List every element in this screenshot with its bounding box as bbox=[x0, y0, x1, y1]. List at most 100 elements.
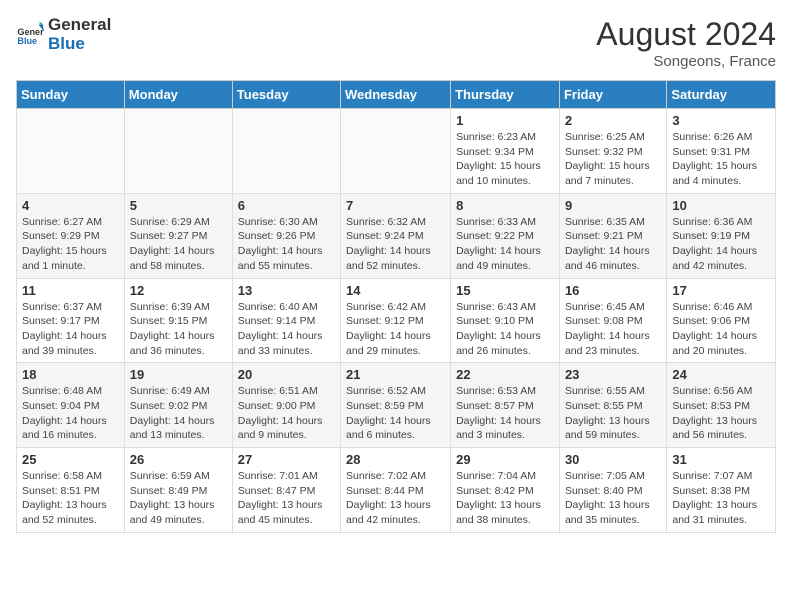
header-day-monday: Monday bbox=[124, 81, 232, 109]
calendar-cell: 27 Sunrise: 7:01 AM Sunset: 8:47 PM Dayli… bbox=[232, 448, 340, 533]
day-number: 18 bbox=[22, 367, 119, 382]
calendar-cell: 28Sunrise: 7:02 AM Sunset: 8:44 PM Dayli… bbox=[341, 448, 451, 533]
calendar-cell: 29 Sunrise: 7:04 AM Sunset: 8:42 PM Dayli… bbox=[451, 448, 560, 533]
calendar-cell: 4 Sunrise: 6:27 AM Sunset: 9:29 PM Daylig… bbox=[17, 193, 125, 278]
week-row-1: 1 Sunrise: 6:23 AM Sunset: 9:34 PM Daylig… bbox=[17, 109, 776, 194]
location: Songeons, France bbox=[596, 53, 776, 70]
day-number: 19 bbox=[130, 367, 227, 382]
header-day-friday: Friday bbox=[559, 81, 666, 109]
calendar-cell: 24 Sunrise: 6:56 AM Sunset: 8:53 PM Dayli… bbox=[667, 363, 776, 448]
day-number: 7 bbox=[346, 198, 445, 213]
calendar-table: SundayMondayTuesdayWednesdayThursdayFrid… bbox=[16, 80, 776, 533]
month-year: August 2024 bbox=[596, 16, 776, 53]
day-info: Sunrise: 6:29 AM Sunset: 9:27 PM Dayligh… bbox=[130, 215, 227, 274]
day-number: 21 bbox=[346, 367, 445, 382]
calendar-cell: 14Sunrise: 6:42 AM Sunset: 9:12 PM Dayli… bbox=[341, 278, 451, 363]
calendar-cell: 23 Sunrise: 6:55 AM Sunset: 8:55 PM Dayli… bbox=[559, 363, 666, 448]
day-info: Sunrise: 6:25 AM Sunset: 9:32 PM Dayligh… bbox=[565, 130, 661, 189]
day-number: 6 bbox=[238, 198, 335, 213]
day-number: 11 bbox=[22, 283, 119, 298]
calendar-cell: 3 Sunrise: 6:26 AM Sunset: 9:31 PM Daylig… bbox=[667, 109, 776, 194]
header-day-tuesday: Tuesday bbox=[232, 81, 340, 109]
svg-text:Blue: Blue bbox=[17, 36, 37, 46]
day-info: Sunrise: 6:45 AM Sunset: 9:08 PM Dayligh… bbox=[565, 300, 661, 359]
calendar-cell: 16 Sunrise: 6:45 AM Sunset: 9:08 PM Dayli… bbox=[559, 278, 666, 363]
day-info: Sunrise: 6:30 AM Sunset: 9:26 PM Dayligh… bbox=[238, 215, 335, 274]
day-number: 20 bbox=[238, 367, 335, 382]
day-info: Sunrise: 6:52 AM Sunset: 8:59 PM Dayligh… bbox=[346, 384, 445, 443]
header-day-saturday: Saturday bbox=[667, 81, 776, 109]
header-day-wednesday: Wednesday bbox=[341, 81, 451, 109]
header-day-sunday: Sunday bbox=[17, 81, 125, 109]
calendar-cell: 10 Sunrise: 6:36 AM Sunset: 9:19 PM Dayli… bbox=[667, 193, 776, 278]
day-number: 3 bbox=[672, 113, 770, 128]
day-number: 2 bbox=[565, 113, 661, 128]
header-day-thursday: Thursday bbox=[451, 81, 560, 109]
day-info: Sunrise: 6:55 AM Sunset: 8:55 PM Dayligh… bbox=[565, 384, 661, 443]
calendar-cell bbox=[17, 109, 125, 194]
calendar-cell: 26 Sunrise: 6:59 AM Sunset: 8:49 PM Dayli… bbox=[124, 448, 232, 533]
day-info: Sunrise: 7:04 AM Sunset: 8:42 PM Dayligh… bbox=[456, 469, 554, 528]
calendar-cell: 20 Sunrise: 6:51 AM Sunset: 9:00 PM Dayli… bbox=[232, 363, 340, 448]
calendar-cell: 30Sunrise: 7:05 AM Sunset: 8:40 PM Dayli… bbox=[559, 448, 666, 533]
day-info: Sunrise: 6:35 AM Sunset: 9:21 PM Dayligh… bbox=[565, 215, 661, 274]
week-row-4: 18 Sunrise: 6:48 AM Sunset: 9:04 PM Dayli… bbox=[17, 363, 776, 448]
day-info: Sunrise: 7:01 AM Sunset: 8:47 PM Dayligh… bbox=[238, 469, 335, 528]
calendar-body: 1 Sunrise: 6:23 AM Sunset: 9:34 PM Daylig… bbox=[17, 109, 776, 533]
page-header: General Blue GeneralBlue August 2024 Son… bbox=[16, 16, 776, 70]
day-number: 17 bbox=[672, 283, 770, 298]
calendar-cell: 15 Sunrise: 6:43 AM Sunset: 9:10 PM Dayli… bbox=[451, 278, 560, 363]
calendar-cell: 13Sunrise: 6:40 AM Sunset: 9:14 PM Dayli… bbox=[232, 278, 340, 363]
day-info: Sunrise: 6:51 AM Sunset: 9:00 PM Dayligh… bbox=[238, 384, 335, 443]
day-info: Sunrise: 7:05 AM Sunset: 8:40 PM Dayligh… bbox=[565, 469, 661, 528]
header-row: SundayMondayTuesdayWednesdayThursdayFrid… bbox=[17, 81, 776, 109]
day-number: 31 bbox=[672, 452, 770, 467]
day-info: Sunrise: 6:43 AM Sunset: 9:10 PM Dayligh… bbox=[456, 300, 554, 359]
day-info: Sunrise: 6:42 AM Sunset: 9:12 PM Dayligh… bbox=[346, 300, 445, 359]
day-number: 4 bbox=[22, 198, 119, 213]
day-info: Sunrise: 6:48 AM Sunset: 9:04 PM Dayligh… bbox=[22, 384, 119, 443]
calendar-cell bbox=[124, 109, 232, 194]
day-info: Sunrise: 6:39 AM Sunset: 9:15 PM Dayligh… bbox=[130, 300, 227, 359]
day-number: 27 bbox=[238, 452, 335, 467]
logo: General Blue GeneralBlue bbox=[16, 16, 111, 53]
calendar-cell: 6 Sunrise: 6:30 AM Sunset: 9:26 PM Daylig… bbox=[232, 193, 340, 278]
day-number: 16 bbox=[565, 283, 661, 298]
day-info: Sunrise: 6:26 AM Sunset: 9:31 PM Dayligh… bbox=[672, 130, 770, 189]
title-block: August 2024 Songeons, France bbox=[596, 16, 776, 70]
day-number: 26 bbox=[130, 452, 227, 467]
week-row-3: 11Sunrise: 6:37 AM Sunset: 9:17 PM Dayli… bbox=[17, 278, 776, 363]
calendar-cell: 31Sunrise: 7:07 AM Sunset: 8:38 PM Dayli… bbox=[667, 448, 776, 533]
calendar-cell bbox=[341, 109, 451, 194]
day-info: Sunrise: 6:49 AM Sunset: 9:02 PM Dayligh… bbox=[130, 384, 227, 443]
day-number: 29 bbox=[456, 452, 554, 467]
day-info: Sunrise: 6:23 AM Sunset: 9:34 PM Dayligh… bbox=[456, 130, 554, 189]
calendar-cell: 25Sunrise: 6:58 AM Sunset: 8:51 PM Dayli… bbox=[17, 448, 125, 533]
calendar-cell: 1 Sunrise: 6:23 AM Sunset: 9:34 PM Daylig… bbox=[451, 109, 560, 194]
calendar-cell: 21 Sunrise: 6:52 AM Sunset: 8:59 PM Dayli… bbox=[341, 363, 451, 448]
day-number: 8 bbox=[456, 198, 554, 213]
day-number: 25 bbox=[22, 452, 119, 467]
day-info: Sunrise: 6:36 AM Sunset: 9:19 PM Dayligh… bbox=[672, 215, 770, 274]
calendar-header: SundayMondayTuesdayWednesdayThursdayFrid… bbox=[17, 81, 776, 109]
calendar-cell: 17 Sunrise: 6:46 AM Sunset: 9:06 PM Dayli… bbox=[667, 278, 776, 363]
day-number: 24 bbox=[672, 367, 770, 382]
calendar-cell: 22Sunrise: 6:53 AM Sunset: 8:57 PM Dayli… bbox=[451, 363, 560, 448]
day-info: Sunrise: 6:27 AM Sunset: 9:29 PM Dayligh… bbox=[22, 215, 119, 274]
day-number: 1 bbox=[456, 113, 554, 128]
logo-icon: General Blue bbox=[16, 21, 44, 49]
day-number: 10 bbox=[672, 198, 770, 213]
day-number: 15 bbox=[456, 283, 554, 298]
day-number: 5 bbox=[130, 198, 227, 213]
calendar-cell: 2 Sunrise: 6:25 AM Sunset: 9:32 PM Daylig… bbox=[559, 109, 666, 194]
day-number: 22 bbox=[456, 367, 554, 382]
day-info: Sunrise: 6:33 AM Sunset: 9:22 PM Dayligh… bbox=[456, 215, 554, 274]
day-info: Sunrise: 6:32 AM Sunset: 9:24 PM Dayligh… bbox=[346, 215, 445, 274]
day-info: Sunrise: 6:46 AM Sunset: 9:06 PM Dayligh… bbox=[672, 300, 770, 359]
day-info: Sunrise: 7:02 AM Sunset: 8:44 PM Dayligh… bbox=[346, 469, 445, 528]
day-number: 23 bbox=[565, 367, 661, 382]
calendar-cell: 7 Sunrise: 6:32 AM Sunset: 9:24 PM Daylig… bbox=[341, 193, 451, 278]
day-info: Sunrise: 6:56 AM Sunset: 8:53 PM Dayligh… bbox=[672, 384, 770, 443]
day-info: Sunrise: 6:59 AM Sunset: 8:49 PM Dayligh… bbox=[130, 469, 227, 528]
day-info: Sunrise: 6:40 AM Sunset: 9:14 PM Dayligh… bbox=[238, 300, 335, 359]
